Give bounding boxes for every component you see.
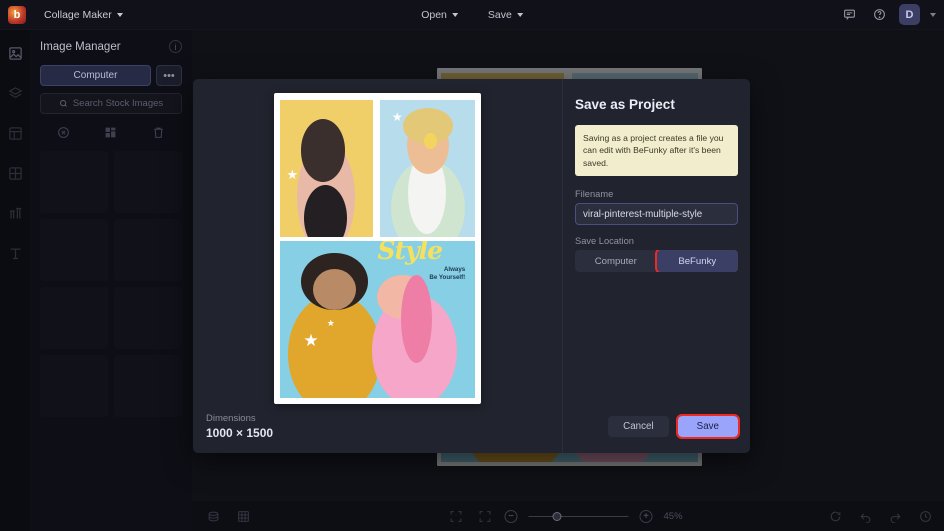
- top-bar-right: D: [839, 4, 936, 25]
- zoom-out-icon[interactable]: −: [505, 510, 518, 523]
- app-switcher-label: Collage Maker: [44, 9, 112, 21]
- grid-icon[interactable]: [234, 507, 252, 525]
- search-placeholder: Search Stock Images: [73, 98, 163, 109]
- actual-size-icon[interactable]: [476, 507, 494, 525]
- menu-open-label: Open: [421, 9, 447, 21]
- rail-item-graphics[interactable]: [4, 202, 26, 224]
- search-stock-images-input[interactable]: Search Stock Images: [40, 93, 182, 114]
- menu-open[interactable]: Open: [413, 4, 466, 25]
- zoom-in-icon[interactable]: +: [640, 510, 653, 523]
- dialog-preview-pane: ★ ★: [193, 79, 562, 453]
- cancel-button[interactable]: Cancel: [608, 416, 669, 437]
- bottom-bar: − + 45%: [192, 501, 944, 531]
- history-icon[interactable]: [916, 507, 934, 525]
- preview-cell-bottom: ★ ★ Style Always Be Yourself!: [280, 241, 475, 398]
- dimensions-value: 1000 × 1500: [206, 426, 273, 440]
- preview-script-text: Style: [377, 241, 442, 265]
- trash-icon[interactable]: [149, 123, 167, 141]
- help-icon[interactable]: [869, 5, 889, 25]
- save-location-toggle: Computer BeFunky: [575, 250, 738, 272]
- deselect-icon[interactable]: [55, 123, 73, 141]
- save-as-project-dialog: ★ ★: [193, 79, 750, 453]
- befunky-logo-icon[interactable]: b: [8, 6, 26, 24]
- background-icon[interactable]: [204, 507, 222, 525]
- zoom-slider-knob[interactable]: [553, 512, 562, 521]
- chevron-down-icon: [117, 13, 123, 17]
- rail-item-layers[interactable]: [4, 82, 26, 104]
- thumbnail-item[interactable]: [114, 219, 182, 281]
- reset-icon[interactable]: [826, 507, 844, 525]
- thumbnail-item[interactable]: [114, 151, 182, 213]
- chevron-down-icon: [517, 13, 523, 17]
- rail-item-text[interactable]: [4, 242, 26, 264]
- computer-source-button[interactable]: Computer: [40, 65, 151, 86]
- thumbnail-item[interactable]: [40, 151, 108, 213]
- menu-save[interactable]: Save: [480, 4, 531, 25]
- fit-screen-icon[interactable]: [447, 507, 465, 525]
- save-button[interactable]: Save: [678, 416, 738, 437]
- more-sources-button[interactable]: •••: [156, 65, 182, 86]
- top-menu-group: Open Save: [413, 4, 531, 25]
- info-icon[interactable]: i: [169, 40, 182, 53]
- zoom-controls: − + 45%: [447, 507, 690, 525]
- chevron-down-icon[interactable]: [930, 13, 936, 17]
- chat-icon[interactable]: [839, 5, 859, 25]
- menu-save-label: Save: [488, 9, 512, 21]
- image-tools-row: [40, 123, 182, 141]
- preview-cell-top-right: ★: [380, 100, 475, 237]
- app-switcher[interactable]: Collage Maker: [36, 5, 131, 25]
- filename-value: viral-pinterest-multiple-style: [583, 209, 702, 220]
- zoom-slider-track: [529, 516, 629, 517]
- avatar[interactable]: D: [899, 4, 920, 25]
- thumbnail-item[interactable]: [114, 355, 182, 417]
- rail-item-layouts[interactable]: [4, 162, 26, 184]
- tool-rail: [0, 30, 30, 531]
- save-location-computer[interactable]: Computer: [575, 250, 657, 272]
- zoom-value: 45%: [664, 511, 690, 522]
- thumbnail-grid: [40, 151, 182, 417]
- dialog-title: Save as Project: [575, 97, 738, 112]
- source-row: Computer •••: [40, 65, 182, 86]
- dialog-actions: Cancel Save: [575, 416, 738, 437]
- bottom-bar-left: [204, 507, 252, 525]
- dialog-info-note: Saving as a project creates a file you c…: [575, 125, 738, 176]
- preview-artwork: ★ ★: [277, 96, 478, 401]
- panel-header: Image Manager i: [40, 40, 182, 53]
- thumbnail-item[interactable]: [40, 355, 108, 417]
- app-root: b Collage Maker Open Save: [0, 0, 944, 531]
- save-location-label: Save Location: [575, 236, 738, 246]
- collage-preview: ★ ★: [274, 93, 481, 404]
- thumbnail-item[interactable]: [114, 287, 182, 349]
- image-manager-panel: Image Manager i Computer ••• Search Stoc…: [30, 30, 192, 531]
- preview-cell-top-left: ★: [280, 100, 373, 237]
- save-location-befunky[interactable]: BeFunky: [657, 250, 739, 272]
- undo-icon[interactable]: [856, 507, 874, 525]
- thumbnail-item[interactable]: [40, 219, 108, 281]
- rail-item-templates[interactable]: [4, 122, 26, 144]
- chevron-down-icon: [452, 13, 458, 17]
- zoom-slider[interactable]: [529, 510, 629, 522]
- dimensions-readout: Dimensions 1000 × 1500: [206, 413, 273, 440]
- search-icon: [59, 99, 68, 108]
- bottom-bar-right: [826, 507, 934, 525]
- redo-icon[interactable]: [886, 507, 904, 525]
- dimensions-label: Dimensions: [206, 413, 273, 424]
- top-bar: b Collage Maker Open Save: [0, 0, 944, 30]
- select-all-icon[interactable]: [102, 123, 120, 141]
- dialog-form-pane: Save as Project Saving as a project crea…: [562, 79, 750, 453]
- preview-sub-text: Always Be Yourself!: [429, 266, 465, 283]
- filename-input[interactable]: viral-pinterest-multiple-style: [575, 203, 738, 225]
- rail-item-image-manager[interactable]: [4, 42, 26, 64]
- thumbnail-item[interactable]: [40, 287, 108, 349]
- panel-title: Image Manager: [40, 41, 121, 53]
- filename-label: Filename: [575, 189, 738, 199]
